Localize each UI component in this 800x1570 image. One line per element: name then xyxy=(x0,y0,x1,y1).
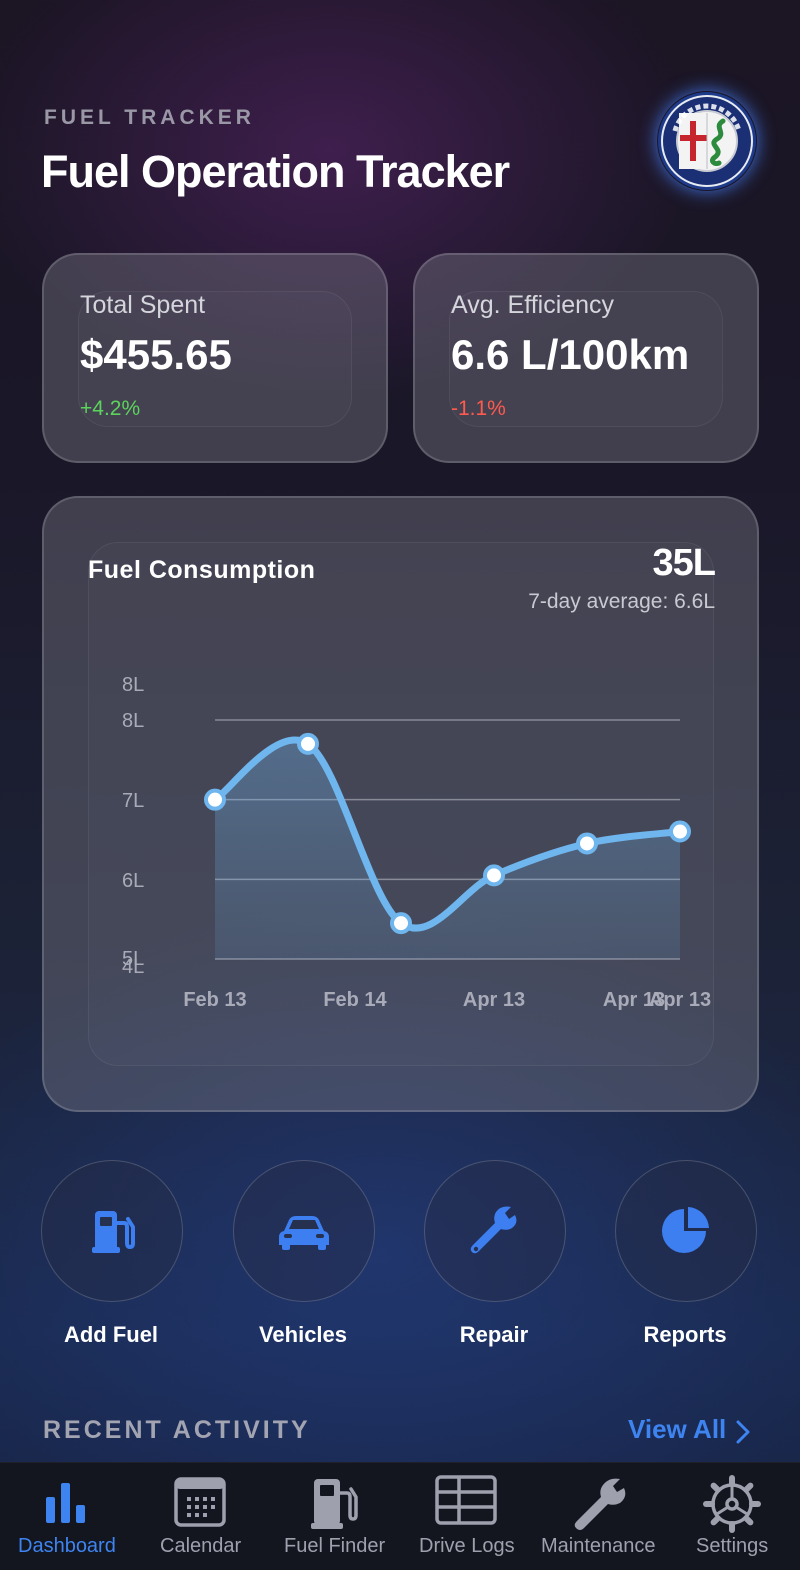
total-spent-card[interactable]: Total Spent $455.65 +4.2% xyxy=(42,253,388,463)
y-tick-label: 8L xyxy=(122,710,144,732)
y-tick-label: 7L xyxy=(122,790,144,812)
gear-icon xyxy=(703,1475,761,1533)
recent-activity-title: RECENT ACTIVITY xyxy=(43,1416,311,1444)
stat-label: Total Spent xyxy=(80,291,206,319)
repair-label: Repair xyxy=(459,1322,529,1347)
tab-label: Calendar xyxy=(160,1535,242,1557)
data-point xyxy=(576,832,598,855)
view-all-link[interactable]: View All xyxy=(628,1414,726,1445)
tab-fuel-finder[interactable]: Fuel Finder xyxy=(266,1463,399,1570)
data-point xyxy=(390,912,412,935)
tab-dashboard[interactable]: Dashboard xyxy=(0,1463,133,1570)
gas-pump-icon xyxy=(311,1479,358,1529)
avg-efficiency-card[interactable]: Avg. Efficiency 6.6 L/100km -1.1% xyxy=(413,253,759,463)
vehicles-button[interactable] xyxy=(233,1160,375,1302)
table-icon xyxy=(435,1475,497,1525)
x-tick-label: Feb 13 xyxy=(183,989,246,1011)
tab-label: Maintenance xyxy=(541,1535,656,1557)
stat-change: +4.2% xyxy=(80,397,141,420)
reports-label: Reports xyxy=(643,1322,727,1347)
add-fuel-label: Add Fuel xyxy=(63,1322,159,1347)
tab-drive-logs[interactable]: Drive Logs xyxy=(399,1463,532,1570)
vehicles-label: Vehicles xyxy=(258,1322,348,1347)
stat-label: Avg. Efficiency xyxy=(451,291,615,319)
bar-chart-icon xyxy=(46,1483,85,1523)
data-point xyxy=(204,788,226,811)
chevron-right-icon[interactable] xyxy=(732,1418,754,1446)
calendar-icon xyxy=(174,1477,226,1527)
data-point xyxy=(297,732,319,755)
stat-value: $455.65 xyxy=(80,331,232,378)
pie-chart-icon xyxy=(662,1207,709,1253)
x-tick-label: Apr 13 xyxy=(649,989,711,1011)
stat-value: 6.6 L/100km xyxy=(451,331,690,378)
wrench-icon xyxy=(470,1206,517,1254)
tab-label: Drive Logs xyxy=(419,1535,515,1557)
y-tick-label: 4L xyxy=(122,956,144,978)
fuel-pump-icon xyxy=(92,1211,135,1253)
alfa-romeo-logo[interactable] xyxy=(657,91,757,191)
wrench-icon xyxy=(574,1478,626,1530)
bottom-tab-bar: Dashboard Calendar Fuel Finder Drive Log… xyxy=(0,1462,800,1570)
page-title: Fuel Operation Tracker xyxy=(41,146,510,197)
y-tick-label: 8L xyxy=(122,674,144,696)
tab-settings[interactable]: Settings xyxy=(666,1463,800,1570)
stat-change: -1.1% xyxy=(451,397,506,420)
tab-calendar[interactable]: Calendar xyxy=(133,1463,266,1570)
x-tick-label: Apr 13 xyxy=(463,989,525,1011)
car-icon xyxy=(279,1216,329,1250)
tab-label: Fuel Finder xyxy=(284,1535,386,1557)
x-tick-label: Feb 14 xyxy=(323,989,387,1011)
data-point xyxy=(669,820,691,843)
y-tick-label: 6L xyxy=(122,870,144,892)
fuel-consumption-card: Fuel Consumption 35L 7-day average: 6.6L… xyxy=(42,496,759,1112)
tab-maintenance[interactable]: Maintenance xyxy=(532,1463,666,1570)
repair-button[interactable] xyxy=(424,1160,566,1302)
tab-label: Dashboard xyxy=(18,1535,116,1557)
series-area xyxy=(215,739,680,959)
app-eyebrow: FUEL TRACKER xyxy=(44,106,255,129)
reports-button[interactable] xyxy=(615,1160,757,1302)
fuel-consumption-chart: 8L8L7L6L5L4L Feb 13 Feb 14 Apr 13 Apr 13Apr… xyxy=(122,674,711,1011)
add-fuel-button[interactable] xyxy=(41,1160,183,1302)
data-point xyxy=(483,864,505,887)
tab-label: Settings xyxy=(696,1535,769,1557)
